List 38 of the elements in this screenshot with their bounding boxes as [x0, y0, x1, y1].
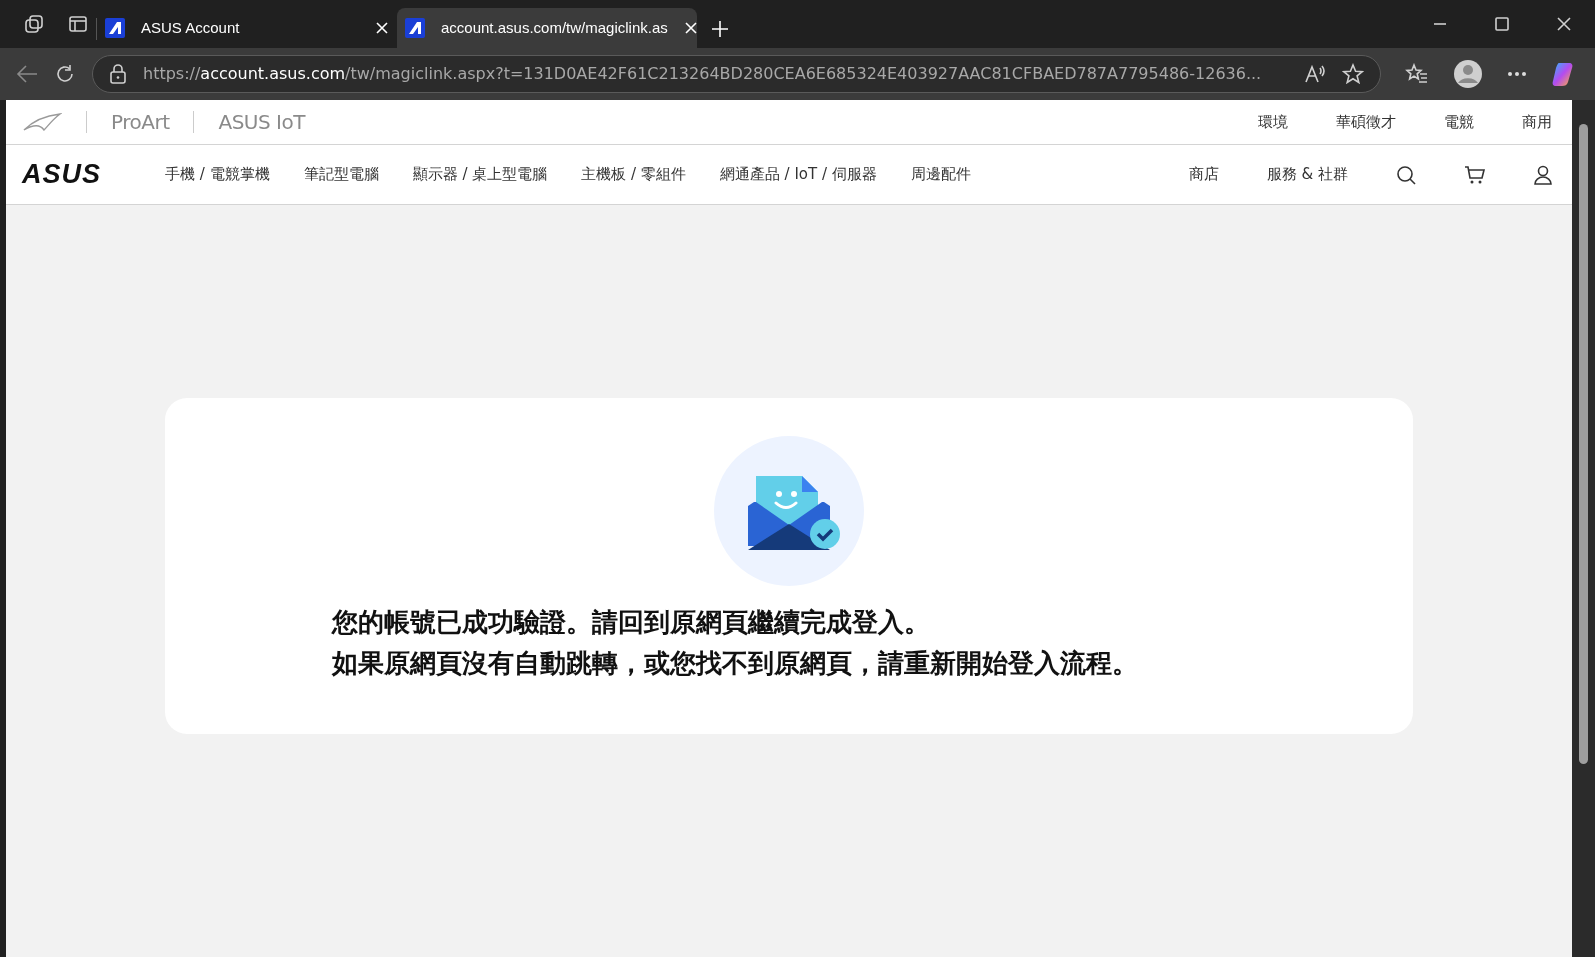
refresh-icon[interactable]	[54, 63, 76, 85]
scrollbar-thumb[interactable]	[1579, 124, 1588, 764]
nav-link-item[interactable]: 手機 / 電競掌機	[165, 163, 270, 186]
nav-link-item[interactable]: 服務 & 社群	[1266, 163, 1348, 186]
search-icon[interactable]	[1396, 164, 1416, 185]
asus-logo[interactable]: ASUS	[22, 154, 101, 195]
browser-tab[interactable]: ASUS Account	[97, 8, 397, 48]
workspaces-icon[interactable]	[24, 14, 44, 34]
nav-link-item[interactable]: 主機板 / 零組件	[581, 163, 686, 186]
favicon-icon	[105, 18, 125, 38]
rog-eye-icon[interactable]	[22, 112, 62, 132]
read-aloud-icon[interactable]	[1304, 64, 1326, 84]
user-icon[interactable]	[1534, 164, 1552, 185]
close-icon[interactable]	[1557, 17, 1571, 31]
nav-link-item[interactable]: 周邊配件	[910, 163, 971, 186]
nav-link-item[interactable]: 網通產品 / IoT / 伺服器	[719, 163, 877, 186]
scrollbar[interactable]	[1572, 100, 1595, 957]
maximize-icon[interactable]	[1495, 17, 1509, 31]
message-text: 您的帳號已成功驗證。請回到原網頁繼續完成登入。	[331, 606, 931, 639]
back-arrow-icon[interactable]	[16, 64, 38, 84]
new-tab-icon[interactable]	[711, 20, 729, 38]
profile-avatar-icon[interactable]	[1453, 59, 1483, 89]
top-nav-link[interactable]: 商用	[1522, 110, 1552, 134]
nav-link-item[interactable]: 筆記型電腦	[303, 163, 379, 186]
message-text: 如果原網頁沒有自動跳轉，或您找不到原網頁，請重新開始登入流程。	[331, 647, 1139, 680]
favicon-icon	[405, 18, 425, 38]
top-nav-link[interactable]: 環境	[1258, 110, 1288, 134]
top-nav-link[interactable]: 電競	[1444, 110, 1474, 134]
nav-link-item[interactable]: 商店	[1188, 163, 1219, 186]
star-icon[interactable]	[1342, 63, 1364, 85]
browser-tab[interactable]: account.asus.com/tw/magiclink.as	[397, 8, 697, 48]
tab-actions-icon[interactable]	[68, 14, 88, 34]
nav-link-item[interactable]: 顯示器 / 桌上型電腦	[412, 163, 548, 186]
more-icon[interactable]	[1507, 71, 1527, 77]
top-nav-link[interactable]: 華碩徵才	[1336, 110, 1396, 134]
cart-icon[interactable]	[1464, 164, 1486, 185]
favorites-icon[interactable]	[1405, 63, 1429, 85]
lock-icon	[109, 64, 127, 84]
